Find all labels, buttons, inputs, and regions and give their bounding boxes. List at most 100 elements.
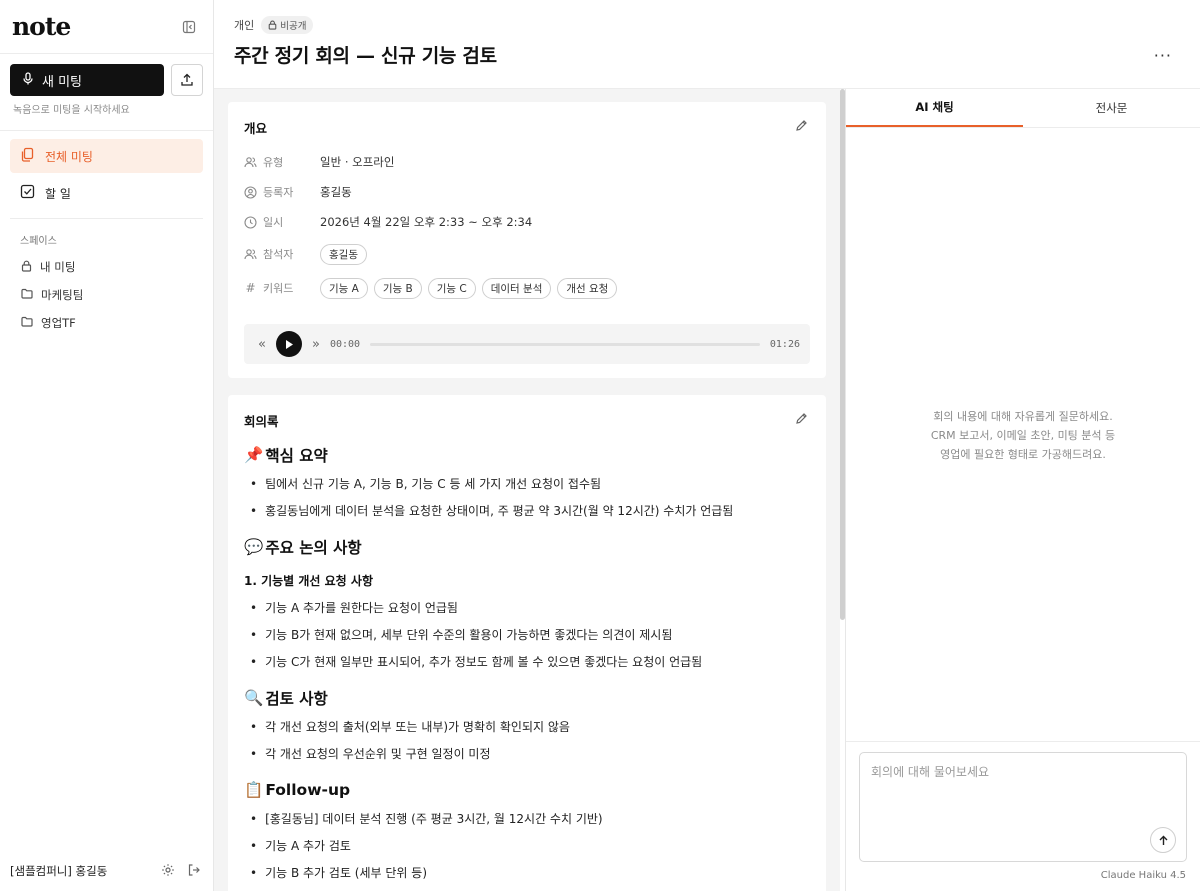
meeting-type: 일반 · 오프라인	[320, 155, 395, 169]
list-item: 기능 B가 현재 없으며, 세부 단위 수준의 활용이 가능하면 좋겠다는 의견…	[244, 621, 810, 648]
arrow-up-icon	[1159, 835, 1167, 845]
sidebar: note 새 미팅 녹음으로 미팅을 시작하세요 전체 미팅 할 일 스페이스 …	[0, 0, 214, 891]
meta-row-datetime: 일시 2026년 4월 22일 오후 2:33 ~ 오후 2:34	[228, 207, 826, 237]
meta-label: 참석자	[263, 248, 294, 261]
logo-row: note	[0, 0, 213, 54]
minutes-card: 회의록 📌 핵심 요약 팀에서 신규 기능 A, 기능 B, 기능 C 등 세 …	[228, 395, 826, 891]
current-user[interactable]: [샘플컴퍼니] 홍길동	[10, 863, 107, 879]
chat-input[interactable]	[860, 753, 1186, 861]
attendee-chip[interactable]: 홍길동	[320, 243, 367, 265]
audio-player: « » 00:00 01:26	[244, 324, 810, 364]
new-meeting-hint: 녹음으로 미팅을 시작하세요	[13, 105, 130, 116]
forward-icon[interactable]: »	[312, 337, 320, 352]
nav-item-todo[interactable]: 할 일	[10, 176, 203, 210]
keyword-chip[interactable]: 기능 B	[373, 277, 422, 299]
section-heading: 🔍 검토 사항	[244, 685, 810, 711]
total-time: 01:26	[769, 338, 800, 350]
chat-empty-hint: 회의 내용에 대해 자유롭게 질문하세요. CRM 보고서, 이메일 초안, 미…	[846, 407, 1200, 464]
meta-row-attendees: 참석자 홍길동	[228, 237, 826, 271]
meta-key-attendees: 참석자	[244, 246, 320, 262]
app-logo[interactable]: note	[12, 12, 71, 41]
tab-transcript[interactable]: 전사문	[1023, 89, 1200, 127]
meta-label: 키워드	[263, 282, 294, 295]
meta-label: 유형	[263, 156, 284, 169]
meta-label: 일시	[263, 216, 284, 229]
space-item-marketing[interactable]: 마케팅팀	[0, 281, 213, 309]
space-item-label: 마케팅팀	[41, 288, 84, 302]
meta-key-registrant: 등록자	[244, 184, 320, 200]
edit-minutes-icon[interactable]	[795, 412, 808, 429]
more-options-icon[interactable]: ···	[1154, 46, 1172, 65]
speech-bubble-icon: 💬	[244, 538, 264, 556]
footer-icons	[161, 863, 201, 880]
play-icon	[285, 339, 293, 349]
visibility-label: 비공개	[280, 21, 307, 32]
audio-progress-track[interactable]	[370, 342, 760, 346]
user-circle-icon	[244, 185, 257, 199]
discussion-list: 기능 A 추가를 원한다는 요청이 언급됨 기능 B가 현재 없으며, 세부 단…	[244, 594, 810, 675]
list-item: 각 개선 요청의 우선순위 및 구현 일정이 미정	[244, 740, 810, 767]
nav-item-label: 전체 미팅	[45, 149, 93, 164]
magnifier-icon: 🔍	[244, 689, 264, 707]
heading-text: 핵심 요약	[265, 447, 328, 465]
heading-text: Follow-up	[265, 781, 351, 799]
meta-row-keywords: # 키워드 기능 A 기능 B 기능 C 데이터 분석 개선 요청	[228, 271, 826, 305]
edit-overview-icon[interactable]	[795, 119, 808, 136]
registrant-name: 홍길동	[320, 185, 352, 199]
page-header: 개인 비공개 주간 정기 회의 — 신규 기능 검토 ···	[214, 0, 1200, 89]
summary-list: 팀에서 신규 기능 A, 기능 B, 기능 C 등 세 가지 개선 요청이 접수…	[244, 470, 810, 524]
nav-item-all-meetings[interactable]: 전체 미팅	[10, 139, 203, 173]
model-label: Claude Haiku 4.5	[1100, 870, 1186, 881]
logout-icon[interactable]	[187, 863, 201, 880]
folder-icon	[21, 288, 33, 302]
hint-line: 영업에 필요한 형태로 가공해드려요.	[940, 448, 1106, 461]
list-item: 팀에서 신규 기능 A, 기능 B, 기능 C 등 세 가지 개선 요청이 접수…	[244, 470, 810, 497]
list-item: 기능 C가 현재 일부만 표시되어, 추가 정보도 함께 볼 수 있으면 좋겠다…	[244, 648, 810, 675]
upload-button[interactable]	[171, 64, 203, 96]
meeting-content: 개요 유형 일반 · 오프라인 등록자 홍길동 일시 2026년 4월 22일 …	[214, 89, 840, 891]
send-button[interactable]	[1150, 827, 1176, 853]
page-title: 주간 정기 회의 — 신규 기능 검토	[234, 45, 497, 67]
new-meeting-row: 새 미팅	[0, 54, 213, 96]
hash-icon: #	[245, 281, 256, 295]
folder-icon	[21, 316, 33, 330]
space-item-label: 내 미팅	[40, 260, 76, 274]
overview-header: 개요	[228, 115, 826, 139]
tab-ai-chat[interactable]: AI 채팅	[846, 89, 1023, 127]
clipboard-icon: 📋	[244, 781, 264, 799]
keyword-chip[interactable]: 기능 C	[427, 277, 476, 299]
heading-text: 검토 사항	[265, 690, 328, 708]
attendee-list: 홍길동	[320, 243, 367, 265]
divider	[846, 741, 1200, 742]
hint-line: CRM 보고서, 이메일 초안, 미팅 분석 등	[930, 429, 1116, 442]
meta-key-datetime: 일시	[244, 214, 320, 230]
meta-row-registrant: 등록자 홍길동	[228, 177, 826, 207]
list-item: 기능 A 추가 검토	[244, 832, 810, 859]
keyword-chip[interactable]: 기능 A	[320, 277, 368, 299]
keyword-chip[interactable]: 데이터 분석	[481, 277, 552, 299]
heading-text: 주요 논의 사항	[265, 539, 362, 557]
minutes-header: 회의록	[228, 408, 826, 432]
visibility-badge[interactable]: 비공개	[261, 16, 314, 34]
spaces-title: 스페이스	[20, 236, 57, 247]
new-meeting-button[interactable]: 새 미팅	[10, 64, 164, 96]
assistant-panel: AI 채팅 전사문 회의 내용에 대해 자유롭게 질문하세요. CRM 보고서,…	[845, 89, 1200, 891]
space-item-sales-tf[interactable]: 영업TF	[0, 309, 213, 337]
collapse-sidebar-icon[interactable]	[179, 17, 199, 37]
users-icon	[244, 157, 257, 168]
space-item-my-meetings[interactable]: 내 미팅	[0, 253, 213, 281]
rewind-icon[interactable]: «	[258, 337, 266, 352]
list-item: 기능 B 추가 검토 (세부 단위 등)	[244, 859, 810, 886]
upload-icon	[181, 73, 193, 86]
list-item: 홍길동님에게 데이터 분석을 요청한 상태이며, 주 평균 약 3시간(월 약 …	[244, 497, 810, 524]
breadcrumb-space[interactable]: 개인	[234, 17, 254, 33]
overview-title: 개요	[244, 120, 268, 136]
followup-list: [홍길동님] 데이터 분석 진행 (주 평균 3시간, 월 12시간 수치 기반…	[244, 805, 810, 886]
breadcrumb: 개인 비공개	[234, 16, 314, 34]
keyword-chip[interactable]: 개선 요청	[557, 277, 618, 299]
section-heading: 💬 주요 논의 사항	[244, 534, 810, 560]
chat-input-box	[859, 752, 1187, 862]
section-heading: 📋 Follow-up	[244, 777, 810, 803]
settings-icon[interactable]	[161, 863, 175, 880]
play-button[interactable]	[275, 331, 302, 357]
